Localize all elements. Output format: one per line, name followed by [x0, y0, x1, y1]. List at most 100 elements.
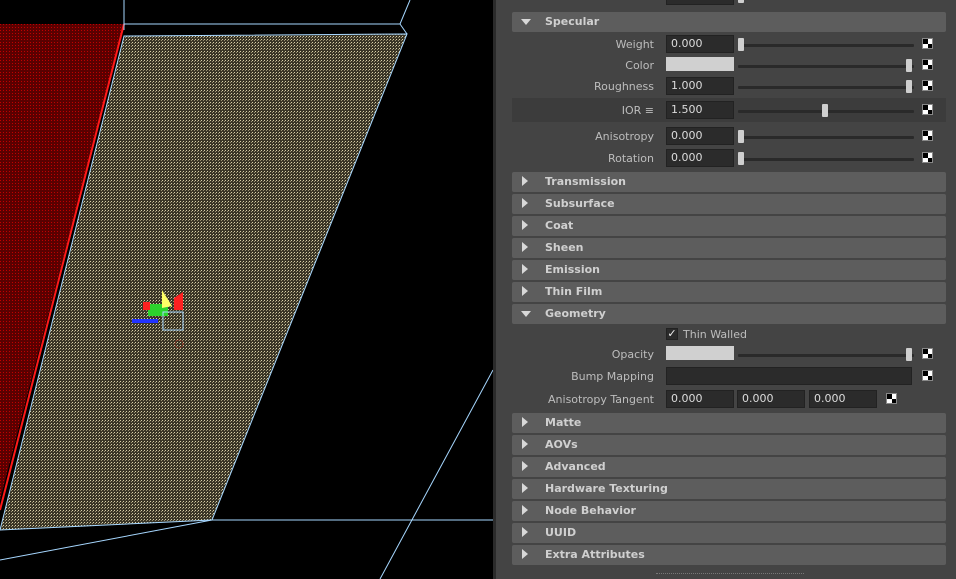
attr-label: Roughness — [593, 80, 654, 93]
anisotropy-slider-thumb[interactable] — [738, 130, 744, 143]
section-sheen[interactable]: Sheen — [512, 238, 946, 258]
section-label: Transmission — [545, 175, 627, 188]
section-hardware-texturing[interactable]: Hardware Texturing — [512, 479, 946, 499]
section-node-behavior[interactable]: Node Behavior — [512, 501, 946, 521]
collapse-arrow-icon — [522, 549, 528, 559]
collapse-arrow-icon — [522, 264, 528, 274]
metalness-field[interactable] — [666, 0, 734, 5]
map-button-icon[interactable] — [922, 370, 933, 381]
thin-walled-checkbox[interactable]: ✓ — [666, 328, 678, 340]
section-label: Extra Attributes — [545, 548, 645, 561]
viewport-scene — [0, 0, 493, 579]
opacity-row: Opacity — [512, 344, 946, 366]
collapse-arrow-icon — [522, 483, 528, 493]
section-label: Geometry — [545, 307, 606, 320]
specular-ior-row: IOR ≡ 1.500 — [512, 100, 946, 122]
anisotropy-slider[interactable] — [738, 136, 914, 139]
wire-edge — [399, 0, 411, 25]
wire-edge — [399, 23, 408, 35]
color-swatch[interactable] — [666, 57, 734, 71]
collapse-arrow-icon — [522, 417, 528, 427]
ior-field[interactable]: 1.500 — [666, 101, 734, 119]
bump-mapping-row: Bump Mapping — [512, 366, 946, 388]
attr-label: Opacity — [611, 348, 654, 361]
section-label: Specular — [545, 15, 600, 28]
ior-slider-thumb[interactable] — [822, 104, 828, 117]
specular-roughness-row: Roughness 1.000 — [512, 76, 946, 98]
collapse-arrow-icon — [522, 220, 528, 230]
map-button-icon[interactable] — [922, 348, 933, 359]
attr-label: Rotation — [607, 152, 654, 165]
opacity-slider[interactable] — [738, 354, 914, 357]
attr-label: Anisotropy — [595, 130, 654, 143]
collapse-arrow-icon — [522, 286, 528, 296]
attr-label: IOR ≡ — [621, 104, 654, 117]
section-label: Node Behavior — [545, 504, 636, 517]
section-transmission[interactable]: Transmission — [512, 172, 946, 192]
attr-label: Weight — [615, 38, 654, 51]
specular-color-row: Color — [512, 55, 946, 77]
tangent-z-field[interactable]: 0.000 — [809, 390, 877, 408]
collapse-arrow-icon — [522, 439, 528, 449]
roughness-field[interactable]: 1.000 — [666, 77, 734, 95]
section-emission[interactable]: Emission — [512, 260, 946, 280]
3d-viewport[interactable] — [0, 0, 493, 579]
weight-slider-thumb[interactable] — [738, 38, 744, 51]
section-aovs[interactable]: AOVs — [512, 435, 946, 455]
rotation-field[interactable]: 0.000 — [666, 149, 734, 167]
specular-rotation-row: Rotation 0.000 — [512, 148, 946, 170]
section-label: UUID — [545, 526, 577, 539]
weight-slider[interactable] — [738, 44, 914, 47]
weight-field[interactable]: 0.000 — [666, 35, 734, 53]
section-label: AOVs — [545, 438, 578, 451]
section-advanced[interactable]: Advanced — [512, 457, 946, 477]
section-extra-attributes[interactable]: Extra Attributes — [512, 545, 946, 565]
section-matte[interactable]: Matte — [512, 413, 946, 433]
roughness-slider[interactable] — [738, 86, 914, 89]
section-coat[interactable]: Coat — [512, 216, 946, 236]
map-button-icon[interactable] — [922, 104, 933, 115]
collapse-arrow-icon — [522, 176, 528, 186]
section-label: Emission — [545, 263, 600, 276]
map-button-icon[interactable] — [922, 80, 933, 91]
map-button-icon[interactable] — [922, 38, 933, 49]
metalness-slider-thumb[interactable] — [738, 0, 744, 3]
section-label: Hardware Texturing — [545, 482, 668, 495]
roughness-slider-thumb[interactable] — [906, 80, 912, 93]
section-specular[interactable]: Specular — [512, 12, 946, 32]
anisotropy-tangent-row: Anisotropy Tangent 0.000 0.000 0.000 — [512, 389, 946, 411]
map-button-icon[interactable] — [922, 130, 933, 141]
map-button-icon[interactable] — [922, 59, 933, 70]
collapse-arrow-icon — [522, 505, 528, 515]
thin-walled-label: Thin Walled — [683, 328, 747, 341]
anisotropy-field[interactable]: 0.000 — [666, 127, 734, 145]
section-label: Sheen — [545, 241, 584, 254]
tangent-x-field[interactable]: 0.000 — [666, 390, 734, 408]
specular-anisotropy-row: Anisotropy 0.000 — [512, 126, 946, 148]
attr-label: Color — [625, 59, 654, 72]
opacity-swatch[interactable] — [666, 346, 734, 360]
color-slider[interactable] — [738, 65, 914, 68]
map-button-icon[interactable] — [922, 152, 933, 163]
section-label: Advanced — [545, 460, 606, 473]
section-geometry[interactable]: Geometry — [512, 304, 946, 324]
section-thin-film[interactable]: Thin Film — [512, 282, 946, 302]
section-subsurface[interactable]: Subsurface — [512, 194, 946, 214]
section-label: Thin Film — [545, 285, 603, 298]
metalness-row-partial — [512, 0, 946, 8]
opacity-slider-thumb[interactable] — [906, 348, 912, 361]
section-label: Subsurface — [545, 197, 615, 210]
section-label: Matte — [545, 416, 582, 429]
map-button-icon[interactable] — [886, 393, 897, 404]
expand-arrow-icon — [521, 19, 531, 25]
rotation-slider-thumb[interactable] — [738, 152, 744, 165]
section-uuid[interactable]: UUID — [512, 523, 946, 543]
resize-grip[interactable] — [656, 573, 804, 574]
bump-mapping-field[interactable] — [666, 367, 912, 385]
attribute-editor: Specular Weight 0.000 Color Roughness 1.… — [496, 0, 956, 579]
tangent-y-field[interactable]: 0.000 — [737, 390, 805, 408]
collapse-arrow-icon — [522, 242, 528, 252]
attr-label: Bump Mapping — [571, 370, 654, 383]
rotation-slider[interactable] — [738, 158, 914, 161]
color-slider-thumb[interactable] — [906, 59, 912, 72]
